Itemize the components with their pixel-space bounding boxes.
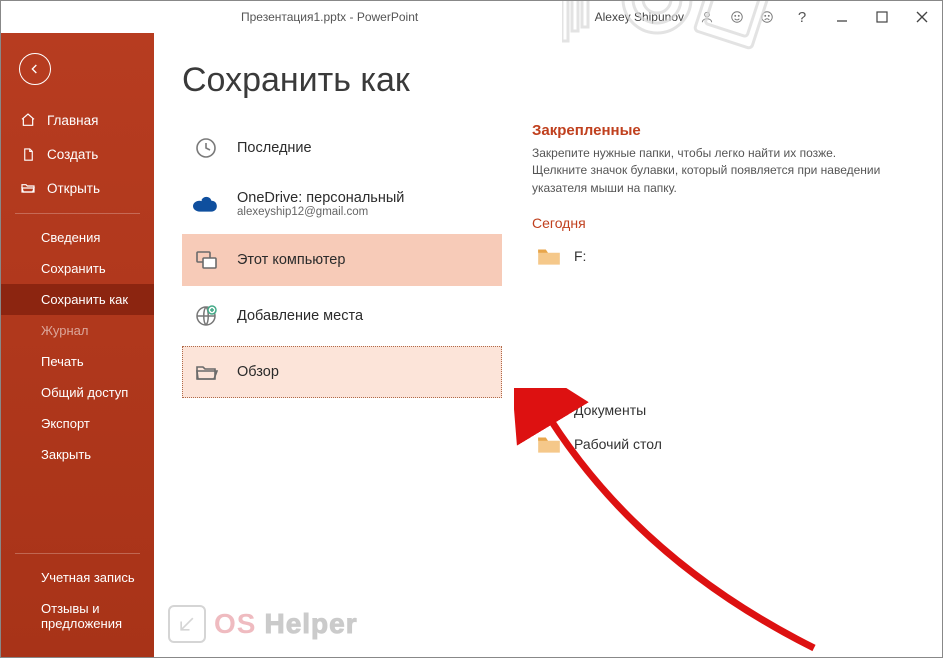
window-minimize-button[interactable] xyxy=(822,1,862,33)
add-place-icon xyxy=(191,301,221,331)
sidebar-item-label: Сохранить как xyxy=(41,292,128,307)
location-add-place[interactable]: Добавление места xyxy=(182,290,502,342)
folder-label: Рабочий стол xyxy=(574,436,662,452)
location-label: Добавление места xyxy=(237,308,363,324)
locations-list: Последние OneDrive: персональный alexeys… xyxy=(182,122,502,461)
sidebar-item-open[interactable]: Открыть xyxy=(1,171,154,205)
sidebar-item-save-as[interactable]: Сохранить как xyxy=(1,284,154,315)
onedrive-icon xyxy=(191,189,221,219)
open-folder-icon xyxy=(19,179,37,197)
sidebar-item-label: Печать xyxy=(41,354,84,369)
today-heading: Сегодня xyxy=(532,215,912,231)
folder-icon xyxy=(536,399,562,421)
sidebar-item-label: Экспорт xyxy=(41,416,90,431)
this-pc-icon xyxy=(191,245,221,275)
home-icon xyxy=(19,111,37,129)
recent-folder-row[interactable]: F: xyxy=(532,239,912,273)
sidebar-item-feedback[interactable]: Отзывы и предложения xyxy=(1,593,154,639)
sidebar-item-label: Учетная запись xyxy=(41,570,135,585)
new-file-icon xyxy=(19,145,37,163)
emoji-sad-icon[interactable] xyxy=(752,1,782,33)
sidebar-item-export[interactable]: Экспорт xyxy=(1,408,154,439)
folder-label: Документы xyxy=(574,402,646,418)
location-browse[interactable]: Обзор xyxy=(182,346,502,398)
sidebar-item-label: Журнал xyxy=(41,323,88,338)
location-label: OneDrive: персональный xyxy=(237,190,404,206)
sidebar-item-share[interactable]: Общий доступ xyxy=(1,377,154,408)
browse-folder-icon xyxy=(191,357,221,387)
page-title: Сохранить как xyxy=(182,61,912,100)
sidebar-item-label: Сведения xyxy=(41,230,100,245)
sidebar-item-account[interactable]: Учетная запись xyxy=(1,562,154,593)
sidebar-item-save[interactable]: Сохранить xyxy=(1,253,154,284)
location-label: Последние xyxy=(237,140,312,156)
app-window: Презентация1.pptx - PowerPoint Alexey Sh… xyxy=(0,0,943,658)
titlebar: Презентация1.pptx - PowerPoint Alexey Sh… xyxy=(1,1,942,33)
sidebar-item-close[interactable]: Закрыть xyxy=(1,439,154,470)
location-onedrive[interactable]: OneDrive: персональный alexeyship12@gmai… xyxy=(182,178,502,230)
sidebar-item-label: Общий доступ xyxy=(41,385,128,400)
folder-icon xyxy=(536,245,562,267)
sidebar-separator xyxy=(15,553,140,554)
backstage-sidebar: Главная Создать Открыть Сведения Сохрани… xyxy=(1,33,154,657)
emoji-happy-icon[interactable] xyxy=(722,1,752,33)
sidebar-item-label: Отзывы и предложения xyxy=(41,601,142,631)
pinned-heading: Закрепленные xyxy=(532,122,912,139)
watermark: OS Helper xyxy=(168,605,358,643)
folder-desktop[interactable]: Рабочий стол xyxy=(532,427,912,461)
help-button[interactable]: ? xyxy=(782,1,822,33)
clock-icon xyxy=(191,133,221,163)
sidebar-item-label: Сохранить xyxy=(41,261,106,276)
document-title: Презентация1.pptx - PowerPoint xyxy=(241,10,418,24)
back-button[interactable] xyxy=(19,53,51,85)
sidebar-item-print[interactable]: Печать xyxy=(1,346,154,377)
user-name[interactable]: Alexey Shipunov xyxy=(595,10,684,24)
main-panel: Сохранить как Последние OneDrive: персон… xyxy=(154,33,942,657)
folder-documents[interactable]: Документы xyxy=(532,393,912,427)
sidebar-item-new[interactable]: Создать xyxy=(1,137,154,171)
location-sublabel: alexeyship12@gmail.com xyxy=(237,206,404,218)
location-label: Этот компьютер xyxy=(237,252,345,268)
location-label: Обзор xyxy=(237,364,279,380)
folder-label: F: xyxy=(574,248,586,264)
sidebar-item-label: Закрыть xyxy=(41,447,91,462)
right-pane: Закрепленные Закрепите нужные папки, что… xyxy=(532,122,912,461)
sidebar-item-label: Создать xyxy=(47,147,98,162)
window-close-button[interactable] xyxy=(902,1,942,33)
sidebar-item-label: Открыть xyxy=(47,181,100,196)
sidebar-separator xyxy=(15,213,140,214)
sidebar-item-home[interactable]: Главная xyxy=(1,103,154,137)
sidebar-item-info[interactable]: Сведения xyxy=(1,222,154,253)
pinned-description: Закрепите нужные папки, чтобы легко найт… xyxy=(532,145,892,197)
location-recent[interactable]: Последние xyxy=(182,122,502,174)
window-restore-button[interactable] xyxy=(862,1,902,33)
sidebar-item-label: Главная xyxy=(47,113,98,128)
sidebar-item-history[interactable]: Журнал xyxy=(1,315,154,346)
folder-icon xyxy=(536,433,562,455)
user-avatar-icon[interactable] xyxy=(692,1,722,33)
location-this-pc[interactable]: Этот компьютер xyxy=(182,234,502,286)
